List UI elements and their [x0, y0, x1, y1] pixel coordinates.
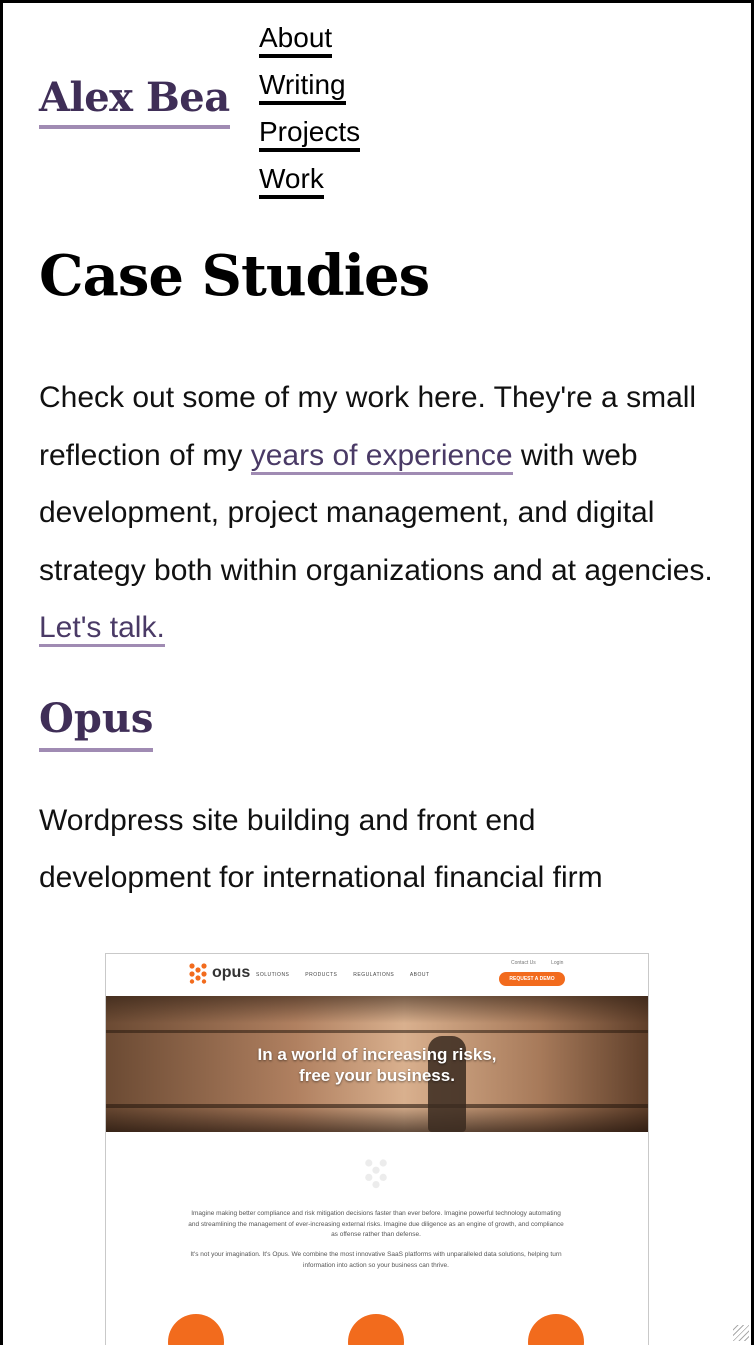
project-description: Wordpress site building and front end de…: [39, 803, 603, 894]
hero-headline: In a world of increasing risks, free you…: [106, 1044, 648, 1086]
hero-rail: [106, 1030, 648, 1033]
feature-circle-icon: [348, 1314, 404, 1345]
years-of-experience-link[interactable]: years of experience: [250, 438, 513, 475]
page-title: Case Studies: [39, 243, 430, 309]
screenshot-hero: In a world of increasing risks, free you…: [106, 996, 648, 1132]
hero-headline-line: In a world of increasing risks,: [257, 1045, 497, 1064]
main-nav: About Writing Projects Work: [259, 21, 361, 209]
nav-link-projects[interactable]: Projects: [259, 115, 361, 152]
screenshot-header: opus SOLUTIONS PRODUCTS REGULATIONS ABOU…: [106, 954, 648, 996]
screenshot-nav-item: ABOUT: [409, 972, 430, 978]
screenshot-cta-button: REQUEST A DEMO: [499, 972, 565, 986]
screenshot-nav-item: REGULATIONS: [353, 972, 395, 978]
project-title-link[interactable]: Opus: [39, 695, 154, 752]
faded-logo-icon: [365, 1159, 387, 1189]
opus-logo-text: opus: [212, 964, 251, 981]
main-content: Case Studies Check out some of my work h…: [39, 243, 719, 906]
site-title-link[interactable]: Alex Bea: [39, 75, 230, 129]
opus-logo-icon: [189, 963, 207, 984]
nav-link-writing[interactable]: Writing: [259, 68, 346, 105]
hero-headline-line: free your business.: [299, 1066, 455, 1085]
feature-circle-icon: [168, 1314, 224, 1345]
screenshot-utility-item: Contact Us: [511, 960, 536, 966]
screenshot-body-text: It's not your imagination. It's Opus. We…: [190, 1251, 562, 1269]
lets-talk-link[interactable]: Let's talk.: [39, 611, 165, 647]
nav-link-work[interactable]: Work: [259, 162, 324, 199]
opus-site-screenshot[interactable]: opus SOLUTIONS PRODUCTS REGULATIONS ABOU…: [105, 953, 649, 1345]
intro-paragraph: Check out some of my work here. They're …: [39, 369, 719, 657]
screenshot-nav: SOLUTIONS PRODUCTS REGULATIONS ABOUT: [256, 972, 444, 978]
hero-rail: [106, 1104, 648, 1108]
screenshot-utility-nav: Contact Us Login: [511, 960, 577, 966]
resize-grip-icon[interactable]: [733, 1325, 749, 1341]
browser-viewport: Alex Bea About Writing Projects Work Cas…: [0, 0, 754, 1345]
screenshot-nav-item: PRODUCTS: [305, 972, 338, 978]
screenshot-body-text: Imagine making better compliance and ris…: [188, 1210, 564, 1238]
nav-link-about[interactable]: About: [259, 21, 333, 58]
feature-circle-icon: [528, 1314, 584, 1345]
screenshot-utility-item: Login: [551, 960, 564, 966]
screenshot-nav-item: SOLUTIONS: [256, 972, 290, 978]
